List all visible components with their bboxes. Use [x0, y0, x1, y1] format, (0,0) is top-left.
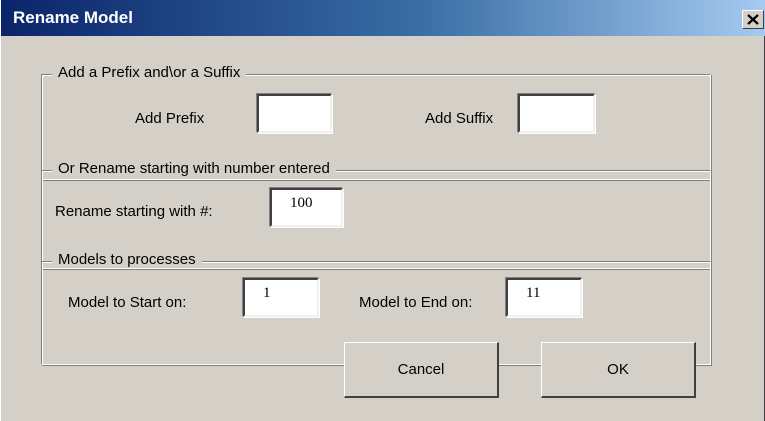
rename-model-dialog: Rename Model Add a Prefix and\or a Suffi…: [0, 0, 765, 421]
close-button[interactable]: [742, 10, 764, 29]
cancel-button[interactable]: Cancel: [344, 342, 499, 398]
model-end-input[interactable]: 11: [506, 278, 582, 317]
models-range-legend: Models to processes: [52, 251, 202, 268]
window-title: Rename Model: [13, 8, 133, 27]
model-end-label: Model to End on:: [359, 294, 473, 311]
add-suffix-input[interactable]: [518, 94, 595, 133]
add-suffix-label: Add Suffix: [425, 110, 494, 127]
dialog-body: Add a Prefix and\or a Suffix Add Prefix …: [1, 36, 765, 421]
rename-number-legend: Or Rename starting with number entered: [52, 160, 336, 177]
model-start-label: Model to Start on:: [68, 294, 187, 311]
add-prefix-input[interactable]: [257, 94, 332, 133]
model-start-input[interactable]: 1: [243, 278, 319, 317]
prefix-suffix-legend: Add a Prefix and\or a Suffix: [52, 64, 247, 81]
title-bar[interactable]: Rename Model: [1, 0, 765, 36]
add-prefix-label: Add Prefix: [135, 110, 205, 127]
rename-starting-label: Rename starting with #:: [55, 203, 213, 220]
close-icon: [747, 14, 759, 25]
rename-starting-input[interactable]: 100: [270, 188, 343, 227]
ok-button[interactable]: OK: [541, 342, 696, 398]
